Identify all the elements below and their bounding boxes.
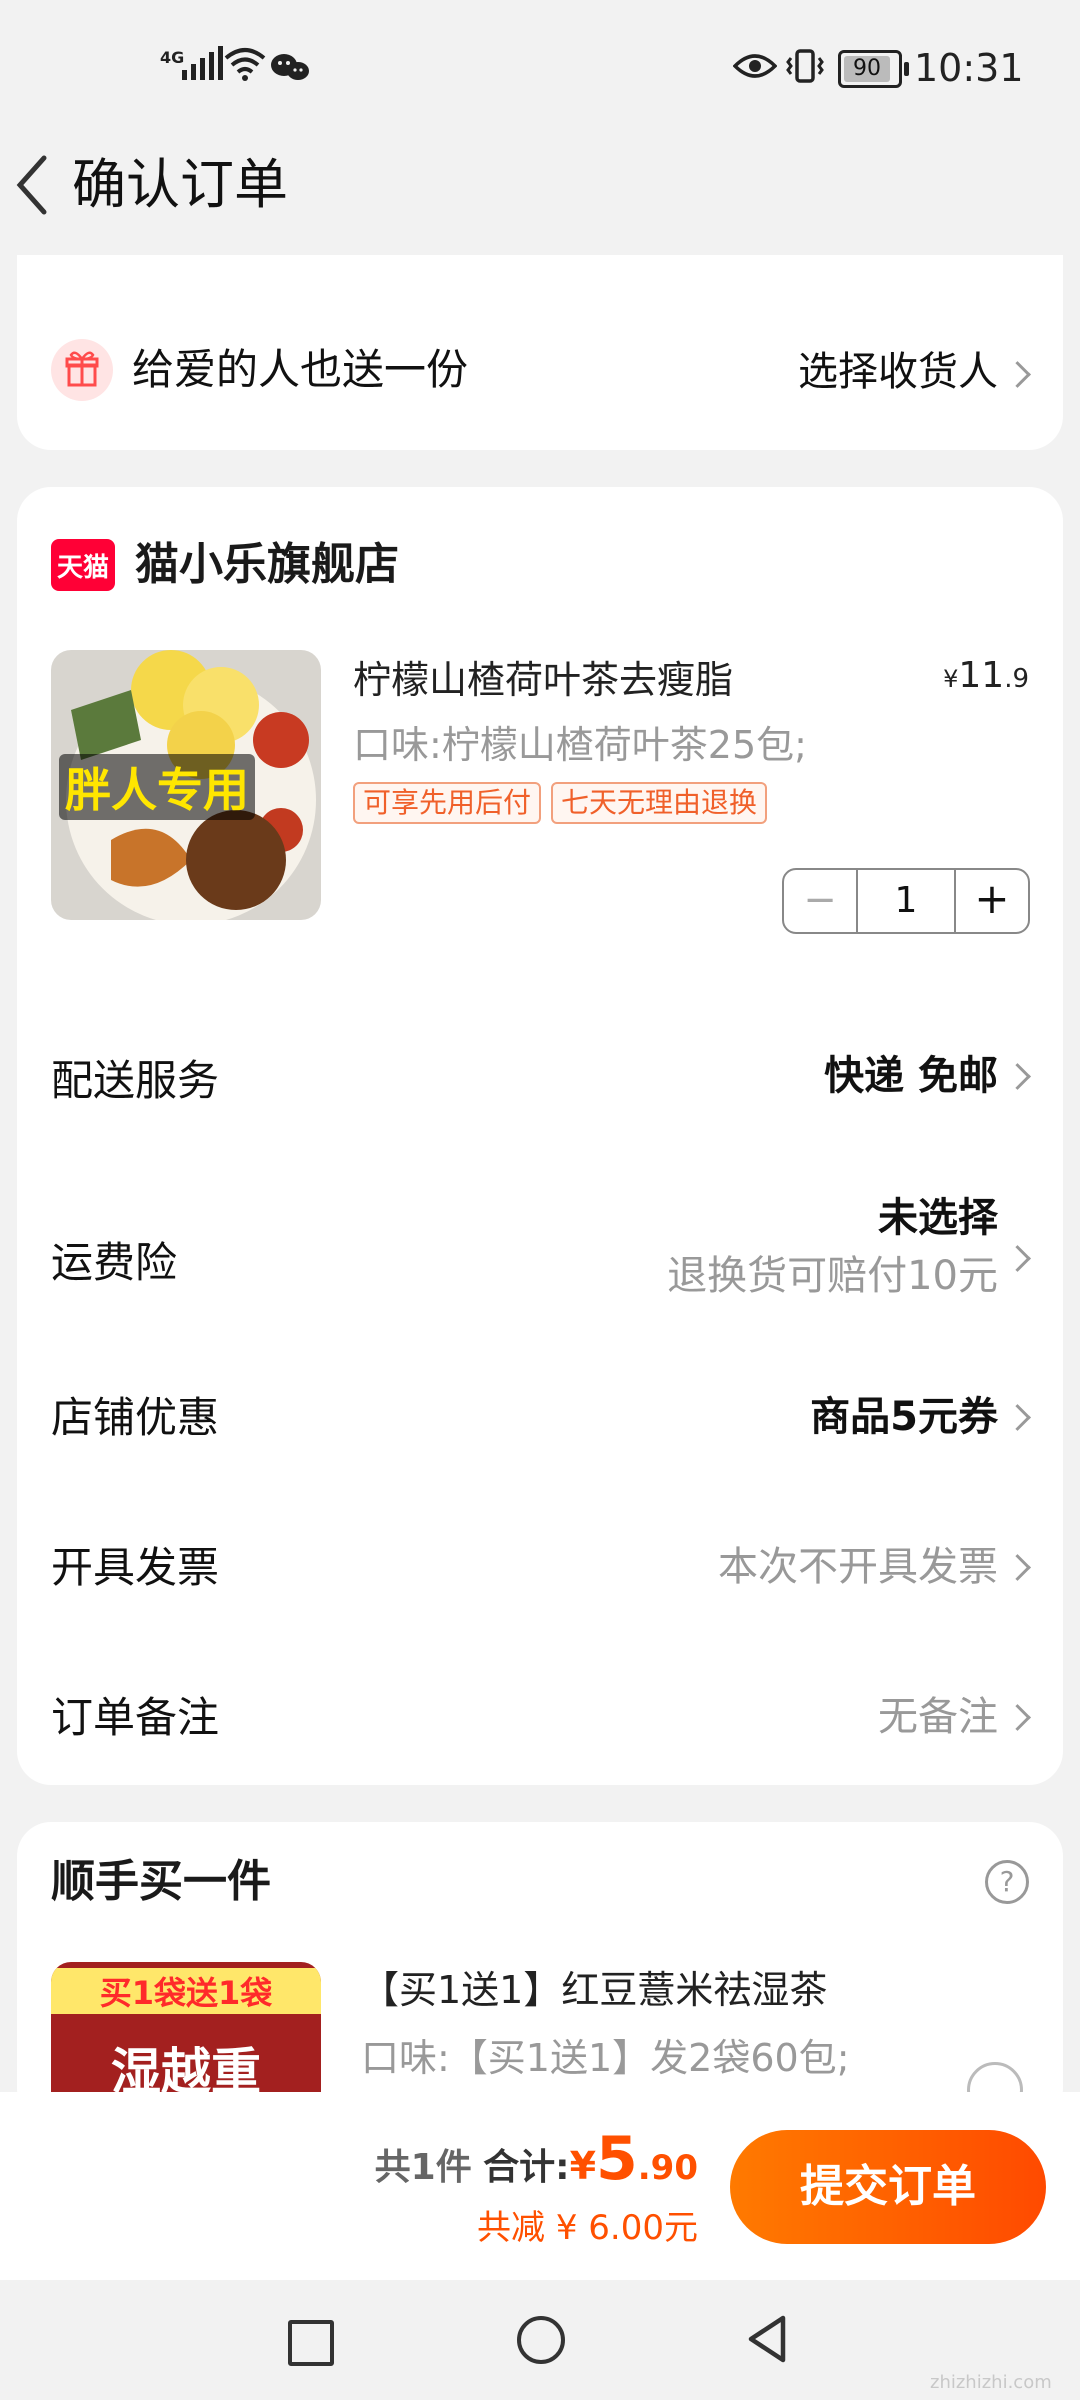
delivery-value: 快递 免邮 [824, 1053, 998, 1099]
upsell-card: 顺手买一件 ? 买1袋送1袋 湿越重 【买1送1】红豆薏米祛湿茶 口味:【买1送… [17, 1822, 1063, 2122]
recents-button[interactable] [288, 2320, 334, 2366]
upsell-item-spec[interactable]: 口味:【买1送1】发2袋60包; [361, 2032, 850, 2084]
product-spec[interactable]: 口味:柠檬山楂荷叶茶25包; [353, 719, 807, 771]
choose-receiver-link[interactable]: 选择收货人 [798, 344, 998, 400]
invoice-label: 开具发票 [51, 1543, 220, 1592]
help-icon[interactable]: ? [985, 1860, 1029, 1904]
total-amount: 5 [596, 2124, 638, 2194]
chevron-right-icon [1004, 1704, 1031, 1731]
total-summary: 共1件 合计:¥5.90 [375, 2124, 698, 2194]
note-value: 无备注 [878, 1694, 998, 1740]
status-bar: 4G 90 10:31 [160, 46, 1024, 90]
saved-amount: 共减 ¥ 6.00元 [477, 2208, 698, 2248]
store-name[interactable]: 猫小乐旗舰店 [135, 535, 399, 595]
checkout-bar: 共1件 合计:¥5.90 共减 ¥ 6.00元 提交订单 [0, 2092, 1080, 2280]
chevron-right-icon [1004, 1404, 1031, 1431]
product-price: ¥11.9 [943, 655, 1029, 696]
system-nav-bar: zhizhizhi.com [0, 2280, 1080, 2400]
delivery-row[interactable]: 配送服务 快递 免邮 [17, 1027, 1063, 1127]
product-title[interactable]: 柠檬山楂荷叶茶去瘦脂 [353, 654, 733, 706]
total-label: 合计: [483, 2147, 570, 2188]
order-card: 天猫 猫小乐旗舰店 胖人专用 柠檬山楂荷叶茶去瘦脂 ¥11.9 口味:柠檬山楂荷… [17, 487, 1063, 1785]
page-title: 确认订单 [72, 153, 288, 216]
upsell-title: 顺手买一件 [51, 1856, 271, 1907]
decrease-button[interactable]: − [784, 870, 856, 932]
store-discount-row[interactable]: 店铺优惠 商品5元券 [17, 1372, 1063, 1472]
quantity-input[interactable]: 1 [858, 870, 954, 932]
product-tags: 可享先用后付 七天无理由退换 [353, 782, 768, 824]
pay-later-tag: 可享先用后付 [353, 782, 542, 824]
delivery-label: 配送服务 [51, 1056, 220, 1105]
back-arrow-icon[interactable] [12, 150, 52, 220]
insurance-sub: 退换货可赔付10元 [667, 1253, 998, 1299]
tmall-badge: 天猫 [51, 539, 115, 591]
order-note-row[interactable]: 订单备注 无备注 [17, 1672, 1063, 1772]
insurance-value: 未选择 [878, 1195, 998, 1241]
upsell-item-title[interactable]: 【买1送1】红豆薏米祛湿茶 [361, 1964, 827, 2016]
invoice-value: 本次不开具发票 [718, 1544, 998, 1590]
total-decimal: .90 [637, 2148, 698, 2188]
eye-icon [733, 54, 777, 78]
home-button[interactable] [517, 2316, 565, 2364]
return-tag: 七天无理由退换 [551, 782, 768, 824]
watermark: zhizhizhi.com [930, 2372, 1052, 2393]
note-label: 订单备注 [51, 1693, 220, 1742]
wifi-icon [224, 48, 266, 81]
total-symbol: ¥ [569, 2144, 597, 2188]
gift-card[interactable]: 给爱的人也送一份 选择收货人 [17, 255, 1063, 450]
increase-button[interactable]: + [956, 870, 1028, 932]
item-count: 共1件 [374, 2147, 472, 2188]
invoice-row[interactable]: 开具发票 本次不开具发票 [17, 1522, 1063, 1622]
insurance-label: 运费险 [51, 1238, 178, 1287]
chevron-right-icon [1004, 1245, 1031, 1272]
vibrate-icon [786, 49, 824, 83]
gift-label: 给爱的人也送一份 [132, 345, 469, 394]
chevron-right-icon [1004, 1063, 1031, 1090]
clock: 10:31 [914, 46, 1024, 90]
quantity-stepper: − 1 + [782, 868, 1030, 934]
wechat-icon [271, 54, 309, 80]
battery-icon: 90 [838, 50, 909, 88]
chevron-right-icon [1004, 361, 1031, 388]
discount-label: 店铺优惠 [51, 1393, 220, 1442]
submit-order-button[interactable]: 提交订单 [730, 2130, 1046, 2244]
shipping-insurance-row[interactable]: 运费险 未选择 退换货可赔付10元 [17, 1177, 1063, 1337]
product-image[interactable]: 胖人专用 [51, 650, 321, 920]
gift-icon [51, 339, 113, 401]
chevron-right-icon [1004, 1554, 1031, 1581]
discount-value: 商品5元券 [810, 1394, 998, 1440]
back-triangle-icon[interactable] [745, 2314, 789, 2364]
